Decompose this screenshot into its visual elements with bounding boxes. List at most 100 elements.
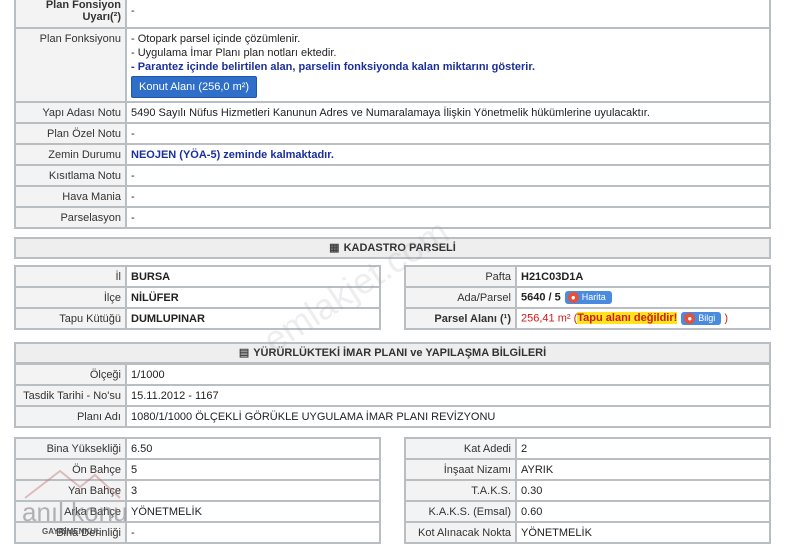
ada-parsel-cell: 5640 / 5 ● Harita (515, 286, 771, 309)
insaat-nizami-value: AYRIK (515, 458, 771, 481)
table-row: İl BURSA (14, 265, 381, 288)
on-bahce-label: Ön Bahçe (14, 458, 127, 481)
table-row: Ön Bahçe 5 (14, 458, 381, 481)
hava-mania-label: Hava Mania (14, 185, 127, 208)
yapi-adasi-value: 5490 Sayılı Nüfus Hizmetleri Kanunun Adr… (125, 101, 771, 124)
yan-bahce-label: Yan Bahçe (14, 479, 127, 502)
arka-bahce-label: Arka Bahçe (14, 500, 127, 523)
table-row: Arka Bahçe YÖNETMELİK (14, 500, 381, 523)
tapu-kutugu-value: DUMLUPINAR (125, 307, 381, 330)
table-row: Plan Fonsiyon Uyarı(²) - (14, 0, 771, 29)
hava-mania-value: - (125, 185, 771, 208)
tapu-alani-note: Tapu alanı değildir! (577, 312, 678, 325)
table-row: İlçe NİLÜFER (14, 286, 381, 309)
kaks-label: K.A.K.S. (Emsal) (404, 500, 517, 523)
table-row: Kısıtlama Notu - (14, 164, 771, 187)
kadastro-right-table: Pafta H21C03D1A Ada/Parsel 5640 / 5 ● Hari… (404, 265, 771, 330)
bina-derinligi-value: - (125, 521, 381, 544)
table-row: Plan Özel Notu - (14, 122, 771, 145)
parselasyon-value: - (125, 206, 771, 229)
table-row: İnşaat Nizamı AYRIK (404, 458, 771, 481)
table-row: T.A.K.S. 0.30 (404, 479, 771, 502)
kadastro-left-table: İl BURSA İlçe NİLÜFER Tapu Kütüğü DUMLUP… (14, 265, 381, 330)
parsel-alani-cell: 256,41 m² (Tapu alanı değildir! ● Bilgi ) (515, 307, 771, 330)
kadastro-section-header: ▦ KADASTRO PARSELİ (14, 237, 771, 259)
imar-title: YÜRÜRLÜKTEKİ İMAR PLANI ve YAPILAŞMA BİL… (253, 347, 547, 359)
kot-alinacak-label: Kot Alınacak Nokta (404, 521, 517, 544)
table-row: Yan Bahçe 3 (14, 479, 381, 502)
ilce-label: İlçe (14, 286, 127, 309)
harita-button[interactable]: ● Harita (564, 291, 612, 304)
table-row: Ölçeği 1/1000 (14, 363, 771, 386)
il-label: İl (14, 265, 127, 288)
kisitlama-label: Kısıtlama Notu (14, 164, 127, 187)
olcek-value: 1/1000 (125, 363, 771, 386)
table-row: Kot Alınacak Nokta YÖNETMELİK (404, 521, 771, 544)
zemin-durumu-label: Zemin Durumu (14, 143, 127, 166)
bina-derinligi-label: Bina Derinliği (14, 521, 127, 544)
yapilasma-left-table: Bina Yüksekliği 6.50 Ön Bahçe 5 Yan Bahçe 3… (14, 437, 381, 544)
zemin-durumu-value: NEOJEN (YÖA-5) zeminde kalmaktadır. (125, 143, 771, 166)
harita-label: Harita (581, 292, 606, 302)
table-row: Yapı Adası Notu 5490 Sayılı Nüfus Hizmet… (14, 101, 771, 124)
table-row: Bina Yüksekliği 6.50 (14, 437, 381, 460)
plan-adi-value: 1080/1/1000 ÖLÇEKLİ GÖRÜKLE UYGULAMA İMA… (125, 405, 771, 428)
grid-icon: ▦ (329, 242, 340, 254)
kat-adedi-value: 2 (515, 437, 771, 460)
plan-fonksiyonu-label: Plan Fonksiyonu (14, 27, 127, 103)
yapilasma-right-table: Kat Adedi 2 İnşaat Nizamı AYRIK T.A.K.S. 0.… (404, 437, 771, 544)
plan-adi-label: Planı Adı (14, 405, 127, 428)
table-row: Kat Adedi 2 (404, 437, 771, 460)
yapi-adasi-label: Yapı Adası Notu (14, 101, 127, 124)
kaks-value: 0.60 (515, 500, 771, 523)
pafta-label: Pafta (404, 265, 517, 288)
ilce-value: NİLÜFER (125, 286, 381, 309)
yan-bahce-value: 3 (125, 479, 381, 502)
info-icon: ● (684, 313, 696, 324)
table-row: Parselasyon - (14, 206, 771, 229)
ada-parsel-value: 5640 / 5 (521, 291, 561, 304)
plan-fonksiyonu-value: - Otopark parsel içinde çözümlenir. - Uy… (125, 27, 771, 103)
on-bahce-value: 5 (125, 458, 381, 481)
arka-bahce-value: YÖNETMELİK (125, 500, 381, 523)
plan-notes-table: Plan Fonsiyon Uyarı(²) - Plan Fonksiyonu… (14, 0, 771, 229)
document-icon: ▤ (238, 347, 250, 359)
kadastro-title: KADASTRO PARSELİ (343, 242, 456, 254)
konut-alani-button[interactable]: Konut Alanı (256,0 m²) (131, 76, 258, 98)
tapu-kutugu-label: Tapu Kütüğü (14, 307, 127, 330)
imar-section-header: ▤ YÜRÜRLÜKTEKİ İMAR PLANI ve YAPILAŞMA Bİ… (14, 342, 771, 364)
parselasyon-label: Parselasyon (14, 206, 127, 229)
kat-adedi-label: Kat Adedi (404, 437, 517, 460)
fonksiyon-line-2: - Uygulama İmar Planı plan notları ekted… (131, 47, 337, 59)
table-row: Hava Mania - (14, 185, 771, 208)
table-row: Parsel Alanı (¹) 256,41 m² (Tapu alanı d… (404, 307, 771, 330)
table-row: Bina Derinliği - (14, 521, 381, 544)
table-row: Pafta H21C03D1A (404, 265, 771, 288)
paren-close: ) (724, 312, 729, 325)
map-icon: ● (567, 292, 579, 303)
fonksiyon-note: - Parantez içinde belirtilen alan, parse… (131, 61, 536, 73)
plan-fonsiyon-uyari-label: Plan Fonsiyon Uyarı(²) (14, 0, 127, 29)
bilgi-button[interactable]: ● Bilgi (681, 312, 722, 325)
bilgi-label: Bilgi (698, 313, 716, 323)
pafta-value: H21C03D1A (515, 265, 771, 288)
table-row: Ada/Parsel 5640 / 5 ● Harita (404, 286, 771, 309)
parsel-alani-value: 256,41 m² (521, 312, 571, 325)
il-value: BURSA (125, 265, 381, 288)
plan-ozel-label: Plan Özel Notu (14, 122, 127, 145)
table-row: Tapu Kütüğü DUMLUPINAR (14, 307, 381, 330)
taks-value: 0.30 (515, 479, 771, 502)
table-row: Tasdik Tarihi - No'su 15.11.2012 - 1167 (14, 384, 771, 407)
table-row: Plan Fonksiyonu - Otopark parsel içinde … (14, 27, 771, 103)
tasdik-value: 15.11.2012 - 1167 (125, 384, 771, 407)
plan-ozel-value: - (125, 122, 771, 145)
tasdik-label: Tasdik Tarihi - No'su (14, 384, 127, 407)
insaat-nizami-label: İnşaat Nizamı (404, 458, 517, 481)
bina-yuksekligi-value: 6.50 (125, 437, 381, 460)
olcek-label: Ölçeği (14, 363, 127, 386)
taks-label: T.A.K.S. (404, 479, 517, 502)
bina-yuksekligi-label: Bina Yüksekliği (14, 437, 127, 460)
table-row: Planı Adı 1080/1/1000 ÖLÇEKLİ GÖRÜKLE UY… (14, 405, 771, 428)
parsel-alani-label: Parsel Alanı (¹) (404, 307, 517, 330)
fonksiyon-line-1: - Otopark parsel içinde çözümlenir. (131, 33, 301, 45)
